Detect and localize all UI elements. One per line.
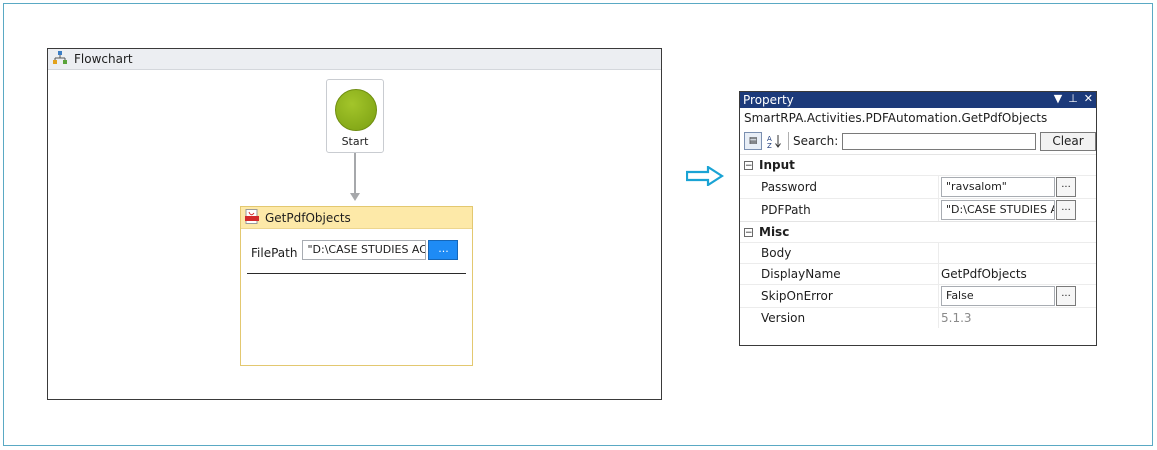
connector-arrowhead xyxy=(350,193,360,201)
password-ellipsis-button[interactable]: ... xyxy=(1056,177,1076,197)
displayname-value: GetPdfObjects xyxy=(941,267,1027,281)
prop-row-displayname: DisplayName GetPdfObjects xyxy=(740,263,1096,284)
filepath-browse-button[interactable]: ... xyxy=(428,240,459,260)
search-label: Search: xyxy=(792,134,839,148)
close-icon[interactable]: ✕ xyxy=(1084,92,1093,105)
activity-get-pdf-objects[interactable]: GetPdfObjects FilePath "D:\CASE STUDIES … xyxy=(240,206,473,366)
property-subtitle: SmartRPA.Activities.PDFAutomation.GetPdf… xyxy=(744,111,1048,125)
sort-alphabetical-icon[interactable]: A Z xyxy=(765,132,783,150)
filepath-label: FilePath xyxy=(251,246,298,260)
property-panel[interactable]: Property ▼ ⊥ ✕ SmartRPA.Activities.PDFAu… xyxy=(739,91,1097,346)
skiponerror-input[interactable]: False xyxy=(941,286,1055,306)
pin-icon[interactable]: ⊥ xyxy=(1068,92,1078,105)
flowchart-icon xyxy=(52,50,68,68)
dropdown-icon[interactable]: ▼ xyxy=(1054,92,1062,105)
flowchart-designer[interactable]: Flowchart Start GetPdfObjects FilePath "… xyxy=(47,48,662,400)
filepath-input[interactable]: "D:\CASE STUDIES AC xyxy=(302,240,427,260)
activity-divider xyxy=(247,273,466,274)
flowchart-header: Flowchart xyxy=(48,49,661,70)
category-label: Input xyxy=(759,158,795,172)
prop-row-skiponerror: SkipOnError False ... xyxy=(740,284,1096,307)
prop-value-cell[interactable]: GetPdfObjects xyxy=(938,264,1096,284)
prop-value-cell: 5.1.3 xyxy=(938,308,1096,328)
collapse-icon[interactable]: − xyxy=(744,227,753,237)
activity-header: GetPdfObjects xyxy=(241,207,472,229)
version-value: 5.1.3 xyxy=(941,311,972,325)
flowchart-title: Flowchart xyxy=(74,52,133,66)
prop-value-cell: "ravsalom" ... xyxy=(938,176,1096,198)
start-label: Start xyxy=(341,135,369,148)
right-arrow-icon xyxy=(685,164,725,189)
prop-row-version: Version 5.1.3 xyxy=(740,307,1096,328)
prop-row-password: Password "ravsalom" ... xyxy=(740,175,1096,198)
flow-connector[interactable] xyxy=(354,153,356,195)
property-title-bar: Property ▼ ⊥ ✕ xyxy=(740,92,1096,108)
start-node[interactable]: Start xyxy=(326,79,384,153)
category-misc[interactable]: − Misc xyxy=(740,221,1096,242)
prop-row-body: Body xyxy=(740,242,1096,263)
filepath-row: FilePath "D:\CASE STUDIES AC ... xyxy=(251,240,459,260)
prop-name: DisplayName xyxy=(761,267,841,281)
collapse-icon[interactable]: − xyxy=(744,160,753,170)
category-label: Misc xyxy=(759,225,790,239)
categorized-view-icon[interactable]: ▤ xyxy=(744,132,762,150)
prop-name: SkipOnError xyxy=(761,289,833,303)
property-toolbar: ▤ A Z Search: Clear xyxy=(740,128,1096,154)
property-title: Property xyxy=(743,93,794,107)
pdfpath-input[interactable]: "D:\CASE STUDIES A xyxy=(941,200,1055,220)
search-input[interactable] xyxy=(842,132,1037,150)
activity-title: GetPdfObjects xyxy=(265,210,351,225)
toolbar-separator xyxy=(787,132,789,150)
svg-text:Z: Z xyxy=(767,142,772,149)
pdfpath-ellipsis-button[interactable]: ... xyxy=(1056,200,1076,220)
prop-name: Version xyxy=(761,311,806,325)
prop-row-pdfpath: PDFPath "D:\CASE STUDIES A ... xyxy=(740,198,1096,221)
clear-button[interactable]: Clear xyxy=(1040,131,1096,151)
prop-value-cell: "D:\CASE STUDIES A ... xyxy=(938,199,1096,221)
skiponerror-ellipsis-button[interactable]: ... xyxy=(1056,286,1076,306)
pdf-icon xyxy=(245,208,259,227)
prop-name: PDFPath xyxy=(761,203,811,217)
prop-value-cell[interactable] xyxy=(938,243,1096,263)
prop-value-cell: False ... xyxy=(938,285,1096,307)
prop-name: Password xyxy=(761,180,818,194)
prop-name: Body xyxy=(761,246,792,260)
password-input[interactable]: "ravsalom" xyxy=(941,177,1055,197)
category-input[interactable]: − Input xyxy=(740,154,1096,175)
start-circle-icon xyxy=(335,89,377,131)
